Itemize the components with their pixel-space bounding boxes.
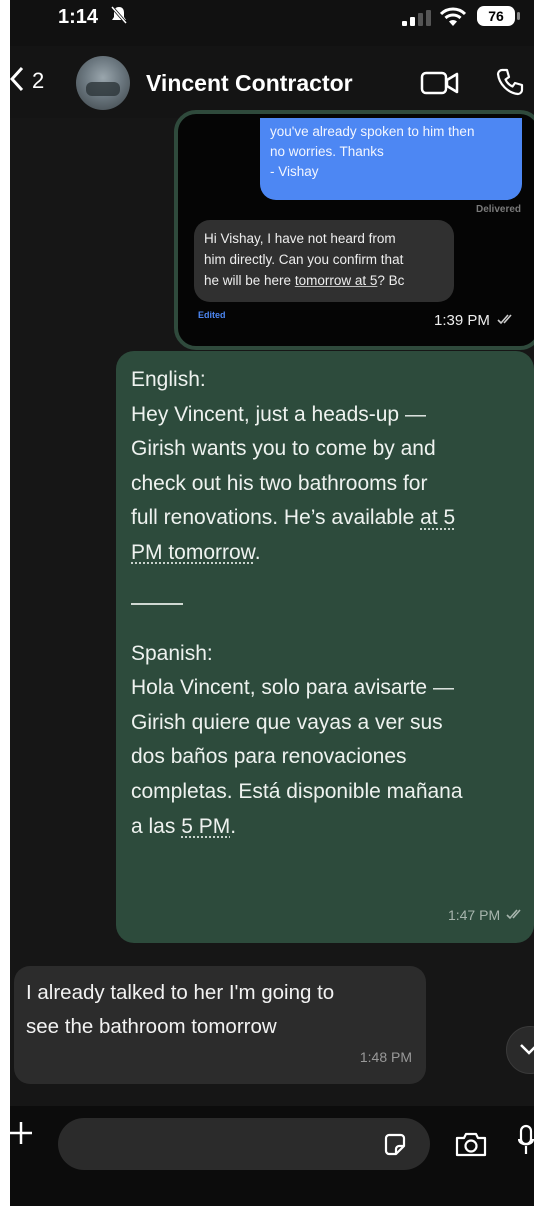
scroll-to-bottom-button[interactable] bbox=[506, 1026, 534, 1074]
message-line: check out his two bathrooms for bbox=[131, 471, 428, 495]
unread-count[interactable]: 2 bbox=[32, 68, 44, 94]
quoted-time-text: 1:39 PM bbox=[434, 312, 490, 329]
time-detected-link[interactable]: PM tomorrow bbox=[131, 541, 255, 564]
silent-bell-icon bbox=[110, 5, 128, 30]
edited-label: Edited bbox=[198, 310, 226, 320]
quoted-gray-line: him directly. Can you confirm that bbox=[204, 252, 404, 267]
quoted-date-link: tomorrow at 5 bbox=[294, 273, 378, 288]
quoted-gray-message: Hi Vishay, I have not heard from him dir… bbox=[194, 220, 454, 302]
plus-icon[interactable] bbox=[10, 1120, 36, 1151]
read-checkmarks-icon bbox=[497, 314, 512, 325]
incoming-message-bubble[interactable]: I already talked to her I'm going to see… bbox=[14, 966, 426, 1084]
message-line: PM tomorrow. bbox=[131, 536, 520, 571]
message-line: Girish wants you to come by and bbox=[131, 437, 436, 461]
status-time: 1:14 bbox=[58, 6, 99, 28]
message-line: a las 5 PM. bbox=[131, 810, 520, 845]
message-text: full renovations. He’s available bbox=[131, 506, 421, 530]
microphone-icon[interactable] bbox=[517, 1124, 534, 1163]
message-line: Spanish: bbox=[131, 641, 213, 665]
message-line: Hey Vincent, just a heads-up — bbox=[131, 402, 426, 426]
message-line: I already talked to her I'm going to bbox=[26, 981, 335, 1004]
message-list[interactable]: you've already spoken to him then no wor… bbox=[10, 110, 534, 1108]
quoted-gray-line: Hi Vishay, I have not heard from bbox=[204, 231, 396, 246]
battery-indicator: 76 bbox=[477, 6, 520, 26]
chevron-down-icon bbox=[520, 1044, 534, 1055]
quoted-gray-line: he will be here tomorrow at 5? Bc bbox=[204, 270, 444, 291]
phone-screen: 1:14 76 2 Vincent Contractor you've alre… bbox=[10, 0, 534, 1206]
quoted-blue-line: you've already spoken to him then bbox=[270, 124, 475, 139]
message-line: dos baños para renovaciones bbox=[131, 745, 407, 769]
message-line: full renovations. He’s available at 5 bbox=[131, 501, 520, 536]
sticker-icon[interactable] bbox=[382, 1132, 408, 1163]
camera-icon[interactable] bbox=[454, 1130, 488, 1163]
video-call-icon[interactable] bbox=[420, 70, 460, 101]
read-checkmarks-icon bbox=[506, 909, 521, 920]
message-line: completas. Está disponible mañana bbox=[131, 779, 463, 803]
quoted-blue-line: - Vishay bbox=[270, 164, 319, 179]
outgoing-message-bubble[interactable]: English: Hey Vincent, just a heads-up — … bbox=[116, 351, 534, 943]
message-line: Hola Vincent, solo para avisarte — bbox=[131, 676, 454, 700]
delivered-label: Delivered bbox=[476, 204, 522, 215]
composer-bar bbox=[10, 1106, 534, 1206]
message-text: . bbox=[254, 540, 261, 564]
message-text: . bbox=[230, 814, 237, 838]
quoted-timestamp: 1:39 PM bbox=[434, 312, 517, 329]
message-timestamp: 1:48 PM bbox=[359, 1049, 412, 1065]
time-detected-link[interactable]: at 5 bbox=[420, 506, 455, 529]
message-line: see the bathroom tomorrow bbox=[26, 1015, 277, 1038]
quoted-text: he will be here bbox=[204, 273, 295, 288]
contact-name[interactable]: Vincent Contractor bbox=[146, 70, 353, 97]
message-line: English: bbox=[131, 368, 206, 391]
separator-line bbox=[131, 602, 183, 605]
time-text: 1:47 PM bbox=[447, 907, 501, 924]
back-chevron-icon[interactable] bbox=[10, 66, 24, 96]
wifi-icon bbox=[439, 7, 467, 32]
message-text: a las bbox=[131, 814, 182, 838]
message-input[interactable] bbox=[58, 1118, 430, 1170]
chat-header: 2 Vincent Contractor bbox=[10, 46, 534, 118]
signal-icon bbox=[402, 10, 432, 31]
message-timestamp: 1:47 PM bbox=[448, 898, 526, 933]
quoted-blue-line: no worries. Thanks bbox=[270, 144, 384, 159]
time-detected-link[interactable]: 5 PM bbox=[181, 815, 230, 838]
avatar[interactable] bbox=[76, 56, 130, 110]
quoted-blue-message: you've already spoken to him then no wor… bbox=[260, 118, 522, 200]
quoted-text: ? Bc bbox=[377, 273, 405, 288]
message-line: Girish quiere que vayas a ver sus bbox=[131, 710, 443, 734]
status-bar: 1:14 76 bbox=[10, 0, 534, 46]
phone-call-icon[interactable] bbox=[496, 68, 524, 101]
